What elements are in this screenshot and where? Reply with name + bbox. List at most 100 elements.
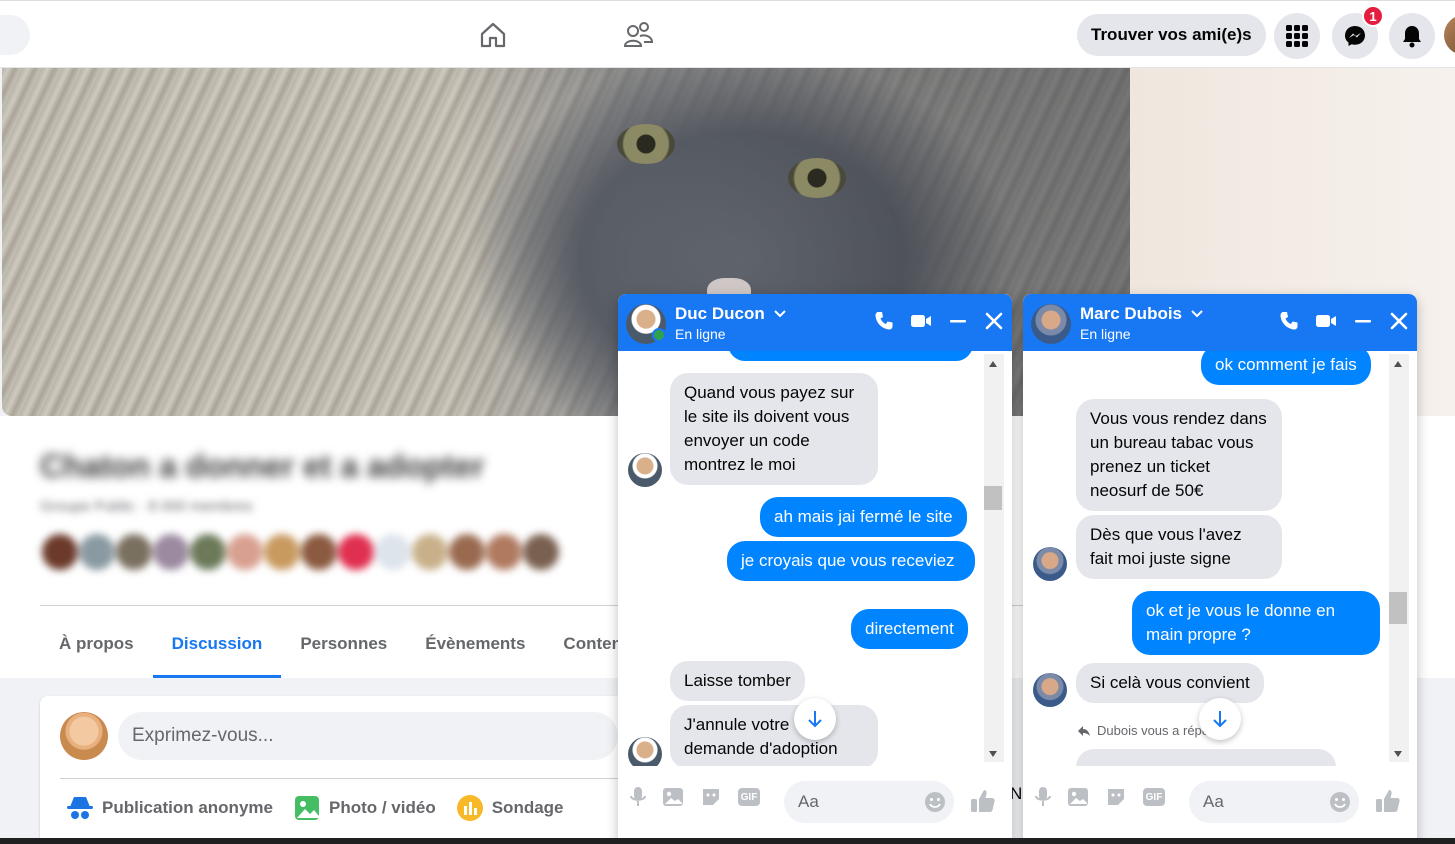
tab-people[interactable]: Personnes xyxy=(281,618,406,670)
message-bubble: Quand vous payez sur le site ils doivent… xyxy=(670,373,878,485)
tab-discussion[interactable]: Discussion xyxy=(152,618,282,678)
chat-messages: ok comment je fais Vous vous rendez dans… xyxy=(1023,351,1417,766)
like-icon[interactable] xyxy=(970,788,996,814)
emoji-icon[interactable] xyxy=(924,791,946,813)
chat-window-marc-dubois: Marc Dubois En ligne ok comment je fais … xyxy=(1023,294,1417,844)
composer-tools: GIF xyxy=(1035,786,1165,808)
message-bubble: Si celà vous convient xyxy=(1076,663,1264,703)
groups-icon[interactable] xyxy=(618,15,658,55)
poll-icon xyxy=(456,795,483,821)
scroll-up-arrow-icon[interactable] xyxy=(1393,360,1403,368)
tab-events[interactable]: Évènements xyxy=(406,618,544,670)
composer-divider xyxy=(60,778,620,779)
composer-tools: GIF xyxy=(630,786,760,808)
message-bubble-clipped xyxy=(1076,749,1336,766)
group-tabs: À propos Discussion Personnes Évènements… xyxy=(40,618,651,678)
poll-button[interactable]: Sondage xyxy=(456,794,564,822)
message-bubble: ah mais jai fermé le site xyxy=(760,497,967,537)
member-avatar xyxy=(484,532,524,572)
member-avatar xyxy=(336,532,376,572)
group-title: Chaton a donner et a adopter xyxy=(40,448,485,484)
chat-messages: Quand vous payez sur le site ils doivent… xyxy=(618,351,1012,766)
cat-eye-left xyxy=(617,124,675,164)
scroll-to-bottom-button[interactable] xyxy=(1199,698,1241,740)
member-avatars xyxy=(40,532,561,576)
gif-icon[interactable]: GIF xyxy=(1143,788,1165,806)
chat-scroll-thumb[interactable] xyxy=(984,486,1002,510)
contact-status: En ligne xyxy=(675,326,726,342)
gif-icon[interactable]: GIF xyxy=(738,788,760,806)
member-avatar xyxy=(114,532,154,572)
reply-arrow-icon xyxy=(1078,725,1090,736)
message-bubble: ok comment je fais xyxy=(1201,351,1371,385)
contact-avatar-small xyxy=(1033,673,1067,707)
image-icon[interactable] xyxy=(662,787,684,807)
member-avatar xyxy=(410,532,450,572)
message-bubble-clipped xyxy=(728,351,973,361)
contact-status: En ligne xyxy=(1080,326,1131,342)
scroll-down-arrow-icon[interactable] xyxy=(1393,750,1403,758)
bell-icon[interactable] xyxy=(1389,13,1435,59)
anonymous-icon xyxy=(67,797,93,819)
photo-video-button[interactable]: Photo / vidéo xyxy=(293,794,436,822)
video-call-icon[interactable] xyxy=(1315,312,1337,330)
find-friends-button[interactable]: Trouver vos ami(e)s xyxy=(1077,14,1266,56)
chat-scroll-thumb[interactable] xyxy=(1389,592,1407,624)
like-icon[interactable] xyxy=(1375,788,1401,814)
contact-avatar-small xyxy=(628,737,662,766)
chat-header-actions xyxy=(1279,311,1409,331)
chevron-down-icon xyxy=(774,310,786,318)
profile-avatar[interactable] xyxy=(1444,15,1455,55)
online-indicator xyxy=(652,328,666,342)
search-box[interactable] xyxy=(0,15,30,55)
close-icon[interactable] xyxy=(984,311,1004,331)
contact-avatar xyxy=(1031,304,1071,344)
sticker-icon[interactable] xyxy=(700,786,722,808)
arrow-down-icon xyxy=(808,711,822,728)
contact-avatar-small xyxy=(1033,547,1067,581)
scroll-up-arrow-icon[interactable] xyxy=(988,360,998,368)
contact-name: Duc Ducon xyxy=(675,304,765,323)
scroll-down-arrow-icon[interactable] xyxy=(988,750,998,758)
message-bubble: ok et je vous le donne en main propre ? xyxy=(1132,591,1380,655)
sticker-icon[interactable] xyxy=(1105,786,1127,808)
microphone-icon[interactable] xyxy=(630,786,646,808)
member-avatar xyxy=(40,532,80,572)
chat-header[interactable]: Marc Dubois En ligne xyxy=(1023,294,1417,351)
chat-scrollbar[interactable] xyxy=(984,354,1004,762)
minimize-icon[interactable] xyxy=(1353,311,1373,331)
messenger-badge: 1 xyxy=(1362,5,1384,27)
contact-avatar-small xyxy=(628,453,662,487)
home-icon[interactable] xyxy=(473,15,513,55)
chat-scrollbar[interactable] xyxy=(1389,354,1409,762)
menu-grid-icon[interactable] xyxy=(1274,13,1320,59)
poll-label: Sondage xyxy=(491,798,564,817)
chat-header[interactable]: Duc Ducon En ligne xyxy=(618,294,1012,351)
cat-eye-right xyxy=(788,158,846,198)
chat-composer: GIF Aa xyxy=(618,766,1012,844)
close-icon[interactable] xyxy=(1389,311,1409,331)
phone-icon[interactable] xyxy=(1279,311,1299,331)
phone-icon[interactable] xyxy=(874,311,894,331)
contact-name-row[interactable]: Marc Dubois xyxy=(1080,304,1204,324)
microphone-icon[interactable] xyxy=(1035,786,1051,808)
anonymous-post-button[interactable]: Publication anonyme xyxy=(66,794,273,822)
message-bubble: Laisse tomber xyxy=(670,661,805,701)
photo-icon xyxy=(294,796,319,820)
member-avatar xyxy=(151,532,191,572)
member-avatar xyxy=(373,532,413,572)
scroll-to-bottom-button[interactable] xyxy=(794,698,836,740)
emoji-icon[interactable] xyxy=(1329,791,1351,813)
post-composer: Exprimez-vous... Publication anonyme Pho… xyxy=(40,696,640,844)
top-navigation-bar: Trouver vos ami(e)s 1 xyxy=(0,0,1455,68)
message-bubble: Vous vous rendez dans un bureau tabac vo… xyxy=(1076,399,1282,511)
chat-composer: GIF Aa xyxy=(1023,766,1417,844)
contact-name-row[interactable]: Duc Ducon xyxy=(675,304,787,324)
tab-about[interactable]: À propos xyxy=(40,618,153,670)
member-avatar xyxy=(521,532,561,572)
message-bubble: je croyais que vous receviez xyxy=(727,541,975,581)
minimize-icon[interactable] xyxy=(948,311,968,331)
video-call-icon[interactable] xyxy=(910,312,932,330)
post-input[interactable]: Exprimez-vous... xyxy=(118,712,618,760)
image-icon[interactable] xyxy=(1067,787,1089,807)
